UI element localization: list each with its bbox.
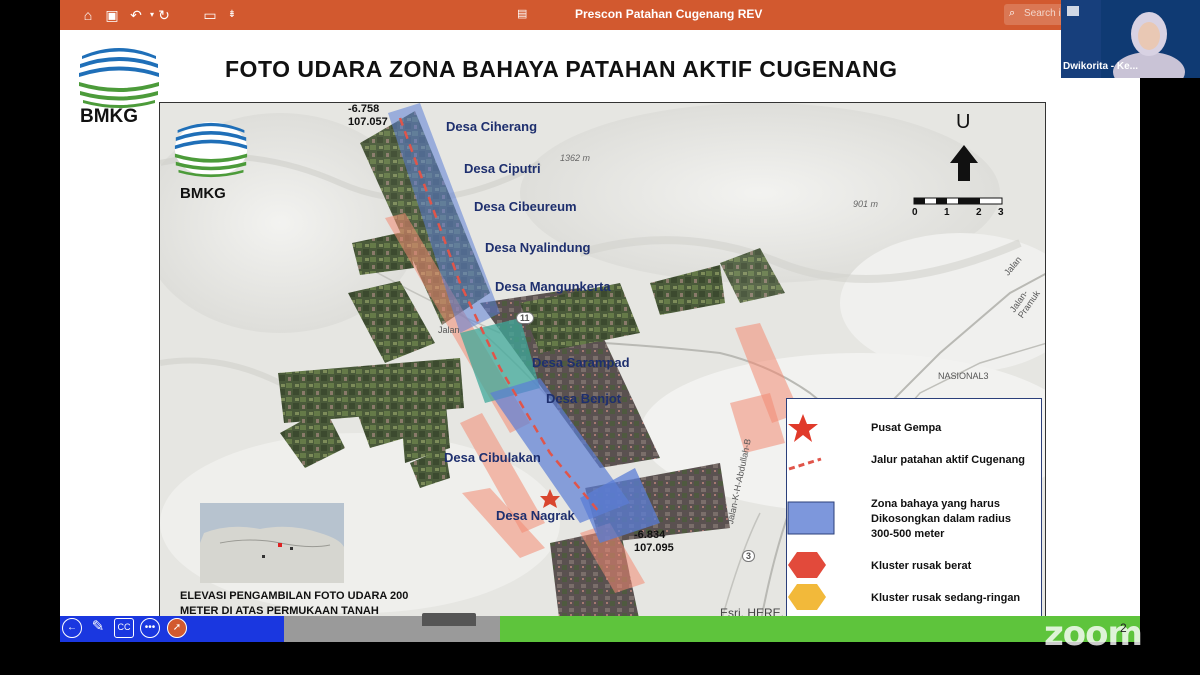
aerial-map: BMKG -6.758 107.057 -6.834 107.095 Desa … (159, 102, 1046, 625)
search-icon: ⌕ (1009, 7, 1016, 19)
dashed-line-icon (788, 457, 822, 471)
legend-label: Pusat Gempa (871, 422, 942, 434)
image-icon[interactable]: ▭ (200, 5, 220, 25)
map-bmkg-emblem-icon (174, 122, 248, 178)
yellow-hexagon-icon (788, 584, 826, 610)
presentation-toolbar: ⌂ ▣ ↶ ▾ ↻ ▭ ⇟ ▤ Prescon Patahan Cugenang… (60, 0, 1140, 30)
zoom-watermark: zoom (1044, 614, 1143, 654)
bmkg-emblem-icon (79, 47, 159, 108)
participant-video[interactable]: Dwikorita - Ke... (1061, 0, 1200, 78)
save-icon[interactable]: ▣ (102, 5, 122, 25)
slide-handle[interactable] (422, 616, 476, 626)
zoom-screen-share: ⌂ ▣ ↶ ▾ ↻ ▭ ⇟ ▤ Prescon Patahan Cugenang… (0, 0, 1200, 675)
slideshow-control-bar: ← ✎ CC ••• ➚ (60, 616, 1140, 642)
scale-tick: 3 (998, 207, 1004, 218)
bmkg-logo: BMKG (78, 46, 160, 127)
red-hexagon-icon (788, 552, 826, 578)
legend-label: Kluster rusak sedang-ringan (871, 592, 1021, 604)
elevation-label: 901 m (853, 199, 879, 209)
coord-nw-lon: 107.057 (348, 116, 388, 128)
blue-rectangle-icon (787, 501, 835, 535)
legend-label: Jalur patahan aktif Cugenang (871, 454, 1026, 466)
scale-tick: 0 (912, 207, 918, 218)
slide-title: FOTO UDARA ZONA BAHAYA PATAHAN AKTIF CUG… (225, 56, 898, 82)
village-label: Desa Benjot (546, 391, 622, 406)
elevation-caption: ELEVASI PENGAMBILAN FOTO UDARA 200 METER… (180, 590, 409, 617)
more-tools-icon[interactable]: ⇟ (222, 5, 242, 25)
village-label: Desa Cibeureum (474, 199, 577, 214)
slide-number: 2 (1120, 621, 1127, 635)
participant-name: Dwikorita - Ke... (1063, 61, 1139, 72)
coord-nw: -6.758 107.057 (348, 103, 388, 129)
more-options-icon[interactable]: ••• (140, 618, 160, 638)
map-legend: Pusat Gempa Jalur patahan aktif Cugenang… (786, 398, 1042, 624)
document-icon: ▤ (517, 8, 528, 20)
slide: BMKG FOTO UDARA ZONA BAHAYA PATAHAN AKTI… (60, 30, 1140, 625)
legend-label: Zona bahaya yang harus Dikosongkan dalam… (871, 498, 1011, 540)
inset-map-graphic (200, 503, 344, 583)
captions-icon[interactable]: CC (114, 618, 134, 638)
scale-tick: 1 (944, 207, 950, 218)
pen-icon[interactable]: ✎ (88, 618, 108, 638)
village-label: Desa Nagrak (496, 508, 575, 523)
route-shield: 3 (742, 550, 756, 562)
legend-label: Kluster rusak berat (871, 560, 972, 572)
coord-se-lon: 107.095 (634, 542, 674, 554)
document-title: Prescon Patahan Cugenang REV (575, 7, 763, 21)
coord-nw-lat: -6.758 (348, 103, 380, 115)
road-label: NASIONAL3 (938, 371, 989, 381)
village-label: Desa Sarampad (532, 355, 630, 370)
cursor-icon[interactable]: ➚ (167, 618, 187, 638)
home-icon[interactable]: ⌂ (78, 5, 98, 25)
coord-se: -6.834 107.095 (634, 529, 674, 555)
previous-slide-icon[interactable]: ← (62, 618, 82, 638)
north-arrow: U (948, 111, 988, 181)
village-label: Desa Ciputri (464, 161, 541, 176)
redo-icon[interactable]: ↻ (154, 5, 174, 25)
village-label: Desa Ciherang (446, 119, 538, 134)
village-label: Desa Mangunkerta (495, 279, 611, 294)
scale-tick: 2 (976, 207, 982, 218)
bmkg-logo-text: BMKG (80, 106, 139, 127)
north-arrow-icon (950, 145, 978, 181)
route-shield: 11 (516, 312, 534, 324)
elevation-label: 1362 m (560, 153, 591, 163)
village-label: Desa Cibulakan (444, 450, 541, 465)
road-label: Jalan (438, 325, 460, 335)
inset-map (200, 503, 344, 583)
map-logo-text: BMKG (180, 185, 226, 202)
scale-bar-graphic (913, 197, 1003, 205)
coord-se-lat: -6.834 (634, 529, 666, 541)
star-icon (788, 414, 818, 442)
village-label: Desa Nyalindung (485, 240, 591, 255)
